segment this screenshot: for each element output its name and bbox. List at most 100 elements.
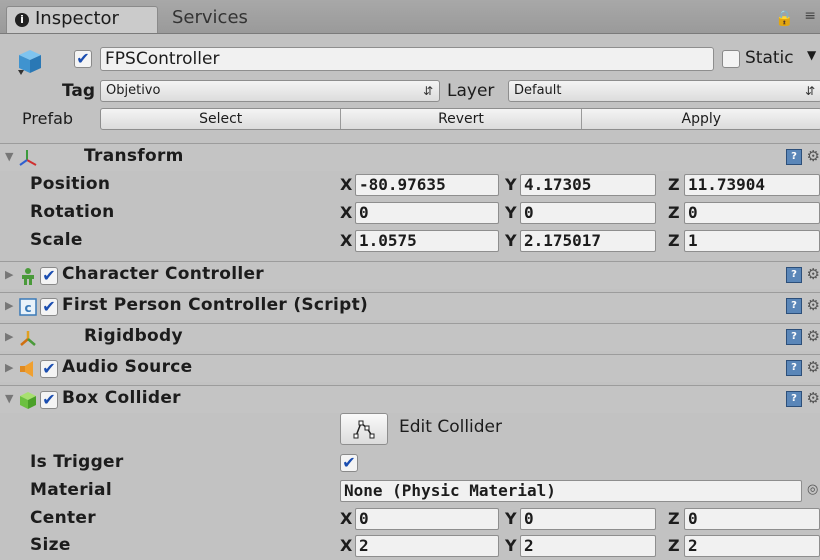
first-person-controller-enabled-checkbox[interactable]: ✔ — [40, 298, 58, 316]
tag-label: Tag — [62, 81, 96, 101]
size-x-field[interactable]: 2 — [355, 535, 499, 557]
component-header-first-person-controller[interactable]: ▶ c ✔ First Person Controller (Script) ?… — [0, 292, 820, 320]
axis-z-label[interactable]: Z — [668, 231, 680, 250]
is-trigger-checkbox[interactable]: ✔ — [340, 454, 358, 472]
material-field[interactable]: None (Physic Material) — [340, 480, 802, 502]
lock-icon[interactable]: 🔒 — [775, 9, 794, 27]
axis-x-label[interactable]: X — [340, 509, 352, 528]
gear-icon[interactable]: ⚙ — [807, 147, 820, 165]
tab-menu-icon[interactable]: ≡ — [804, 8, 816, 24]
scale-y-field[interactable]: 2.175017 — [520, 230, 656, 252]
prefab-select-button[interactable]: Select — [101, 109, 342, 129]
audio-source-icon — [20, 361, 33, 377]
gameobject-active-checkbox[interactable]: ✔ — [74, 50, 92, 68]
prefab-revert-button[interactable]: Revert — [341, 109, 582, 129]
tab-services[interactable]: Services — [160, 6, 256, 33]
tag-dropdown[interactable]: Objetivo ⇵ — [100, 80, 440, 102]
transform-row: Rotation X 0 Y 0 Z 0 — [0, 199, 820, 227]
size-label: Size — [30, 535, 71, 555]
prefab-apply-button[interactable]: Apply — [582, 109, 820, 129]
axis-x-label[interactable]: X — [340, 175, 352, 194]
size-y-field[interactable]: 2 — [520, 535, 656, 557]
static-label: Static — [745, 48, 794, 68]
center-row: Center X 0 Y 0 Z 0 — [0, 505, 820, 533]
object-picker-icon[interactable]: ◎ — [807, 482, 818, 497]
scale-z-field[interactable]: 1 — [684, 230, 820, 252]
axis-z-label[interactable]: Z — [668, 175, 680, 194]
axis-y-label[interactable]: Y — [505, 509, 517, 528]
transform-title: Transform — [84, 146, 184, 166]
help-icon[interactable]: ? — [786, 329, 802, 345]
foldout-collapsed-icon[interactable]: ▶ — [5, 268, 13, 281]
gear-icon[interactable]: ⚙ — [807, 389, 820, 407]
foldout-collapsed-icon[interactable]: ▶ — [5, 361, 13, 374]
foldout-expanded-icon[interactable]: ▼ — [5, 150, 13, 163]
help-icon[interactable]: ? — [786, 360, 802, 376]
layer-dropdown[interactable]: Default ⇵ — [508, 80, 820, 102]
help-icon[interactable]: ? — [786, 267, 802, 283]
character-controller-enabled-checkbox[interactable]: ✔ — [40, 267, 58, 285]
tab-inspector-label: Inspector — [35, 8, 119, 29]
foldout-collapsed-icon[interactable]: ▶ — [5, 330, 13, 343]
axis-y-label[interactable]: Y — [505, 536, 517, 555]
gameobject-cube-icon — [18, 50, 41, 75]
center-x-field[interactable]: 0 — [355, 508, 499, 530]
component-header-rigidbody[interactable]: ▶ Rigidbody ? ⚙ — [0, 323, 820, 351]
position-y-field[interactable]: 4.17305 — [520, 174, 656, 196]
position-x-field[interactable]: -80.97635 — [355, 174, 499, 196]
axis-y-label[interactable]: Y — [505, 175, 517, 194]
component-header-audio-source[interactable]: ▶ ✔ Audio Source ? ⚙ — [0, 354, 820, 382]
gameobject-name-field[interactable]: FPSController — [100, 47, 714, 71]
rigidbody-icon — [20, 331, 36, 346]
help-icon[interactable]: ? — [786, 149, 802, 165]
help-icon[interactable]: ? — [786, 298, 802, 314]
audio-source-enabled-checkbox[interactable]: ✔ — [40, 360, 58, 378]
tab-inspector[interactable]: i Inspector — [6, 6, 158, 33]
axis-z-label[interactable]: Z — [668, 203, 680, 222]
axis-y-label[interactable]: Y — [505, 203, 517, 222]
tab-services-label: Services — [172, 7, 248, 28]
transform-axes-icon — [19, 150, 37, 166]
edit-collider-button[interactable] — [340, 413, 388, 445]
transform-header[interactable]: ▼ Transform ? ⚙ — [0, 143, 820, 171]
gear-icon[interactable]: ⚙ — [807, 265, 820, 283]
script-icon: c — [19, 298, 37, 316]
first-person-controller-title: First Person Controller (Script) — [62, 295, 369, 315]
gear-icon[interactable]: ⚙ — [807, 296, 820, 314]
center-y-field[interactable]: 0 — [520, 508, 656, 530]
axis-z-label[interactable]: Z — [668, 536, 680, 555]
static-dropdown-arrow-icon[interactable]: ▼ — [807, 48, 816, 62]
rotation-x-field[interactable]: 0 — [355, 202, 499, 224]
tab-bar: i Inspector Services 🔒 ≡ — [0, 0, 820, 34]
gear-icon[interactable]: ⚙ — [807, 358, 820, 376]
rotation-label: Rotation — [30, 202, 115, 222]
updown-arrows-icon: ⇵ — [422, 84, 433, 98]
scale-x-field[interactable]: 1.0575 — [355, 230, 499, 252]
component-header-box-collider[interactable]: ▼ ✔ Box Collider ? ⚙ — [0, 385, 820, 413]
material-label: Material — [30, 480, 112, 500]
box-collider-enabled-checkbox[interactable]: ✔ — [40, 391, 58, 409]
position-z-field[interactable]: 11.73904 — [684, 174, 820, 196]
axis-z-label[interactable]: Z — [668, 509, 680, 528]
foldout-collapsed-icon[interactable]: ▶ — [5, 299, 13, 312]
axis-x-label[interactable]: X — [340, 203, 352, 222]
rotation-y-field[interactable]: 0 — [520, 202, 656, 224]
size-z-field[interactable]: 2 — [684, 535, 820, 557]
is-trigger-row: Is Trigger ✔ — [0, 449, 820, 477]
rotation-z-field[interactable]: 0 — [684, 202, 820, 224]
scale-label: Scale — [30, 230, 83, 250]
component-header-character-controller[interactable]: ▶ ✔ Character Controller ? ⚙ — [0, 261, 820, 289]
position-label: Position — [30, 174, 111, 194]
center-label: Center — [30, 508, 96, 528]
help-icon[interactable]: ? — [786, 391, 802, 407]
axis-x-label[interactable]: X — [340, 231, 352, 250]
character-controller-title: Character Controller — [62, 264, 264, 284]
foldout-expanded-icon[interactable]: ▼ — [5, 392, 13, 405]
gear-icon[interactable]: ⚙ — [807, 327, 820, 345]
material-row: Material None (Physic Material) ◎ — [0, 477, 820, 505]
static-checkbox[interactable]: ✔ — [722, 50, 740, 68]
axis-x-label[interactable]: X — [340, 536, 352, 555]
axis-y-label[interactable]: Y — [505, 231, 517, 250]
center-z-field[interactable]: 0 — [684, 508, 820, 530]
transform-row: Scale X 1.0575 Y 2.175017 Z 1 — [0, 227, 820, 255]
